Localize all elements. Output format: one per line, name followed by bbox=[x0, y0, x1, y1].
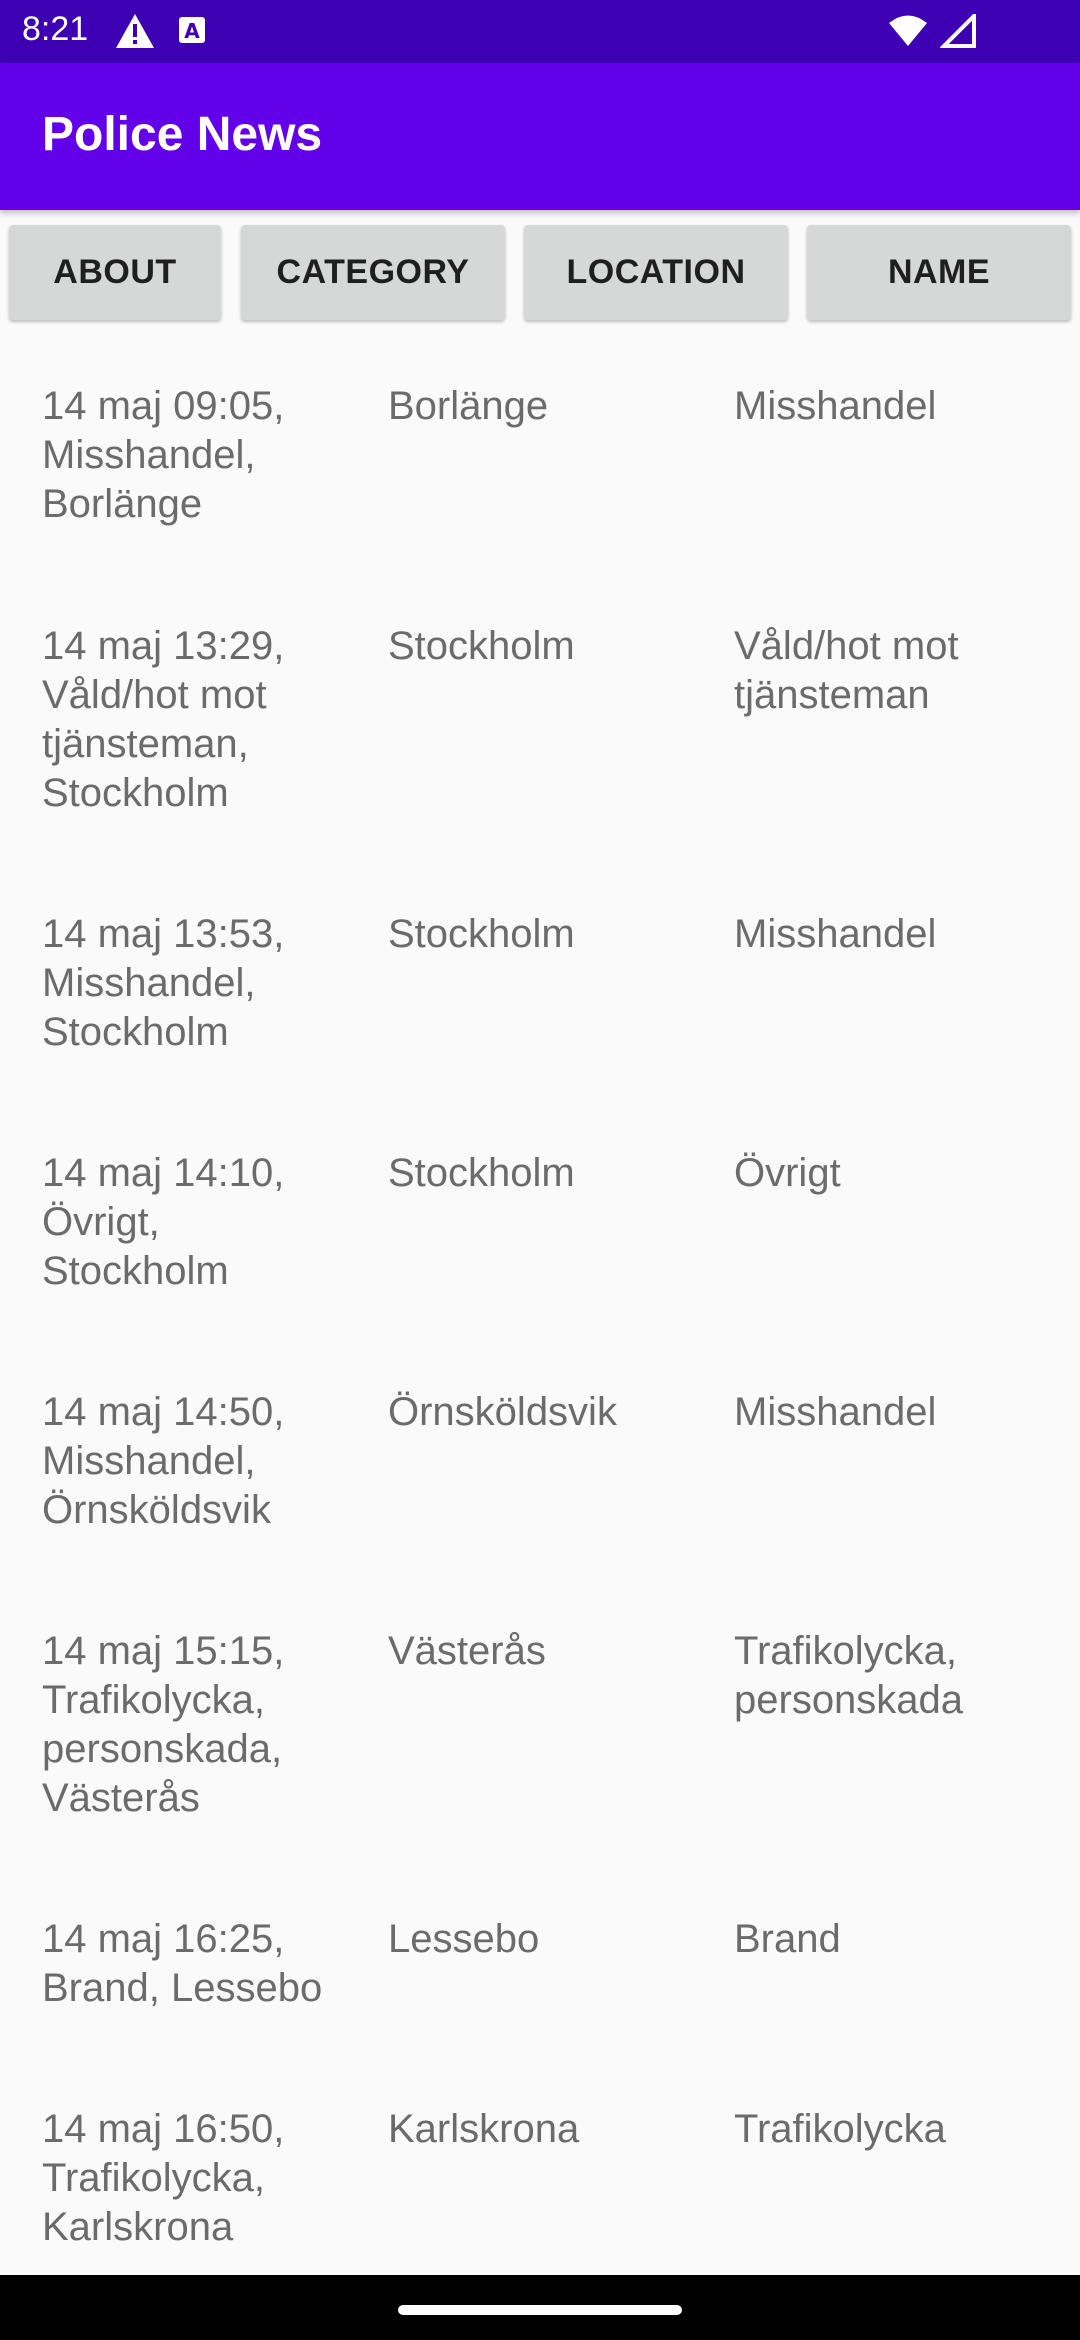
event-location: Lessebo bbox=[388, 1917, 540, 1961]
event-location: Stockholm bbox=[388, 1151, 575, 1195]
event-location: Örnsköldsvik bbox=[388, 1390, 617, 1434]
category-button[interactable]: CATEGORY bbox=[241, 225, 505, 320]
svg-text:A: A bbox=[184, 19, 200, 43]
event-location: Stockholm bbox=[388, 624, 575, 668]
event-category: Trafikolycka, personskada bbox=[734, 1629, 964, 1722]
app-bar: Police News bbox=[0, 63, 1080, 210]
event-category: Misshandel bbox=[734, 1390, 937, 1434]
event-title: 14 maj 16:25, Brand, Lessebo bbox=[42, 1917, 323, 2010]
event-title: 14 maj 13:53, Misshandel, Stockholm bbox=[42, 912, 285, 1054]
status-bar: 8:21 A bbox=[0, 0, 1080, 63]
event-category: Brand bbox=[734, 1917, 841, 1961]
event-location: Västerås bbox=[388, 1629, 546, 1673]
event-title: 14 maj 14:50, Misshandel, Örnsköldsvik bbox=[42, 1390, 285, 1532]
event-location: Karlskrona bbox=[388, 2107, 580, 2151]
name-button[interactable]: NAME bbox=[807, 225, 1071, 320]
event-title: 14 maj 09:05, Misshandel, Borlänge bbox=[42, 384, 285, 526]
events-list[interactable]: 14 maj 09:05, Misshandel, Borlänge Borlä… bbox=[0, 330, 1080, 2275]
event-category: Övrigt bbox=[734, 1151, 841, 1195]
event-category: Misshandel bbox=[734, 912, 937, 956]
alert-icon bbox=[114, 12, 156, 55]
home-handle[interactable] bbox=[398, 2305, 682, 2315]
event-title: 14 maj 16:50, Trafikolycka, Karlskrona bbox=[42, 2107, 285, 2249]
location-button[interactable]: LOCATION bbox=[524, 225, 788, 320]
app-title: Police News bbox=[42, 108, 323, 161]
event-location: Stockholm bbox=[388, 912, 575, 956]
text-a-icon: A bbox=[178, 16, 206, 49]
navigation-bar bbox=[0, 2275, 1080, 2340]
about-button[interactable]: ABOUT bbox=[9, 225, 221, 320]
signal-icon bbox=[939, 11, 976, 53]
status-time: 8:21 bbox=[22, 10, 89, 48]
wifi-icon bbox=[888, 14, 928, 53]
event-category: Trafikolycka bbox=[734, 2107, 946, 2151]
event-category: Misshandel bbox=[734, 384, 937, 428]
event-location: Borlänge bbox=[388, 384, 549, 428]
event-title: 14 maj 14:10, Övrigt, Stockholm bbox=[42, 1151, 285, 1293]
event-title: 14 maj 13:29, Våld/hot mot tjänsteman, S… bbox=[42, 624, 285, 815]
event-category: Våld/hot mot tjänsteman bbox=[734, 624, 959, 717]
event-title: 14 maj 15:15, Trafikolycka, personskada,… bbox=[42, 1629, 285, 1820]
